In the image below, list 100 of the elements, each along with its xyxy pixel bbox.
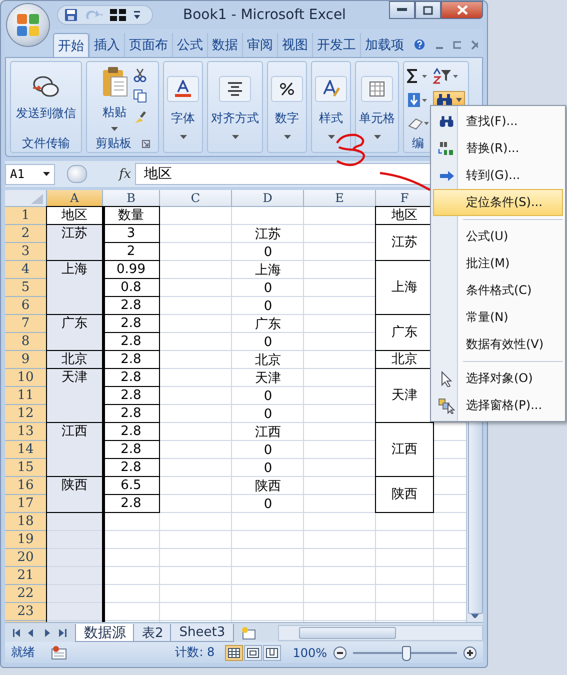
table-cell: 数量 xyxy=(102,206,160,225)
zoom-slider-thumb[interactable] xyxy=(402,646,411,660)
scissors-icon[interactable] xyxy=(132,68,146,82)
row-header[interactable]: 16 xyxy=(5,477,47,495)
menu-item[interactable]: 查找(F)... xyxy=(433,108,563,135)
name-box[interactable]: A1 xyxy=(5,164,55,184)
brush-icon[interactable] xyxy=(132,110,146,124)
column-header[interactable]: A xyxy=(47,190,103,207)
menu-item[interactable]: 选择窗格(P)... xyxy=(433,392,563,419)
zoom-out-icon[interactable] xyxy=(333,646,347,660)
row-header[interactable]: 19 xyxy=(5,531,47,549)
menu-item[interactable]: 批注(M) xyxy=(433,250,563,277)
paste-button[interactable]: 粘贴 xyxy=(98,64,130,133)
replace-icon xyxy=(438,140,456,156)
column-header[interactable]: E xyxy=(304,190,376,207)
close-icon[interactable] xyxy=(470,40,478,50)
table-cell-text: 江苏 xyxy=(254,226,282,243)
office-button[interactable] xyxy=(7,4,49,46)
row-header[interactable]: 23 xyxy=(5,603,47,621)
row-header[interactable]: 20 xyxy=(5,549,47,567)
row-header[interactable]: 2 xyxy=(5,225,47,243)
group-label: 剪贴板 xyxy=(96,135,132,152)
menu-item[interactable]: 公式(U) xyxy=(433,223,563,250)
ribbon-tab[interactable]: 开始 xyxy=(53,33,89,57)
ribbon-group-button[interactable]: 对齐方式 xyxy=(211,76,259,138)
row-header[interactable]: 15 xyxy=(5,459,47,477)
column-header[interactable]: D xyxy=(232,190,304,207)
column-header[interactable]: C xyxy=(160,190,232,207)
row-header[interactable]: 3 xyxy=(5,243,47,261)
ribbon-group-button[interactable]: 单元格 xyxy=(359,76,395,138)
normal-view-button[interactable] xyxy=(224,644,243,660)
row-header[interactable]: 5 xyxy=(5,279,47,297)
row-header[interactable]: 9 xyxy=(5,351,47,369)
table-cell: 2.8 xyxy=(102,494,160,513)
row-header[interactable]: 1 xyxy=(5,207,47,225)
copy-icon[interactable] xyxy=(132,89,146,103)
send-to-wechat-button[interactable]: 发送到微信 xyxy=(14,73,78,124)
table-cell-text: 天津 xyxy=(254,370,282,387)
table-cell-text: 0 xyxy=(262,406,274,423)
macro-record-icon[interactable] xyxy=(51,646,67,660)
save-icon[interactable] xyxy=(64,8,78,22)
ribbon-group-button[interactable]: 数字 xyxy=(271,76,303,138)
row-header[interactable]: 22 xyxy=(5,585,47,603)
row-header[interactable]: 14 xyxy=(5,441,47,459)
fill-down-icon[interactable] xyxy=(407,92,429,108)
maximize-button[interactable] xyxy=(415,1,441,19)
row-header[interactable]: 6 xyxy=(5,297,47,315)
dialog-launcher-icon[interactable] xyxy=(142,140,150,148)
row-header[interactable]: 11 xyxy=(5,387,47,405)
horizontal-scrollbar[interactable] xyxy=(278,624,483,640)
table-cell-text: 0 xyxy=(262,460,274,477)
table-cell: 地区 xyxy=(46,206,103,225)
ribbon-group-button[interactable]: 样式 xyxy=(315,76,347,138)
row-header[interactable]: 21 xyxy=(5,567,47,585)
table-cell-text: 0 xyxy=(262,244,274,261)
table-cell-text: 广东 xyxy=(254,316,282,333)
menu-item[interactable]: 数据有效性(V) xyxy=(433,331,563,358)
chat-bubbles-icon xyxy=(32,75,60,99)
percent-icon xyxy=(279,82,295,96)
help-icon[interactable] xyxy=(414,37,425,52)
column-header[interactable]: B xyxy=(103,190,160,207)
menu-item[interactable]: 替换(R)... xyxy=(433,135,563,162)
menu-item[interactable]: 常量(N) xyxy=(433,304,563,331)
down-arrow-icon[interactable] xyxy=(471,614,479,618)
page-layout-button[interactable] xyxy=(244,644,262,660)
eraser-icon[interactable] xyxy=(407,116,431,130)
minimize-button[interactable] xyxy=(389,1,415,19)
page-break-button[interactable] xyxy=(262,644,281,660)
row-header[interactable]: 12 xyxy=(5,405,47,423)
row-header[interactable]: 13 xyxy=(5,423,47,441)
row-header[interactable]: 18 xyxy=(5,513,47,531)
splitter-handle[interactable] xyxy=(67,165,87,183)
status-count: 计数: 8 xyxy=(175,644,215,661)
dropdown-arrow-icon xyxy=(328,134,334,138)
zoom-level[interactable]: 100% xyxy=(292,646,327,660)
grid-icon[interactable] xyxy=(110,9,126,21)
row-header[interactable]: 7 xyxy=(5,315,47,333)
sum-icon[interactable] xyxy=(407,69,429,83)
restore-icon[interactable] xyxy=(453,40,461,50)
menu-item[interactable]: 条件格式(C) xyxy=(433,277,563,304)
right-arrow-icon xyxy=(439,170,455,182)
table-cell: 陕西 xyxy=(46,476,103,513)
ribbon-group-button[interactable]: 字体 xyxy=(167,76,199,138)
close-button[interactable] xyxy=(441,1,483,19)
row-header[interactable]: 8 xyxy=(5,333,47,351)
customize-icon[interactable] xyxy=(132,9,142,21)
sheet-tab[interactable]: 数据源 xyxy=(75,624,135,642)
sort-filter-icon[interactable] xyxy=(433,68,459,84)
table-cells-icon xyxy=(369,80,385,96)
row-header[interactable]: 17 xyxy=(5,495,47,513)
insert-sheet-icon[interactable] xyxy=(240,626,258,640)
menu-item[interactable]: 定位条件(S)... xyxy=(433,189,563,216)
insert-function-button[interactable]: fx xyxy=(119,166,132,182)
row-header[interactable]: 4 xyxy=(5,261,47,279)
dropdown-arrow-icon xyxy=(374,134,380,138)
row-header[interactable]: 10 xyxy=(5,369,47,387)
menu-item[interactable]: 选择对象(O) xyxy=(433,365,563,392)
zoom-in-icon[interactable] xyxy=(463,646,477,660)
sheet-tab[interactable]: 表2 xyxy=(133,624,172,642)
sheet-tab[interactable]: Sheet3 xyxy=(170,624,234,642)
